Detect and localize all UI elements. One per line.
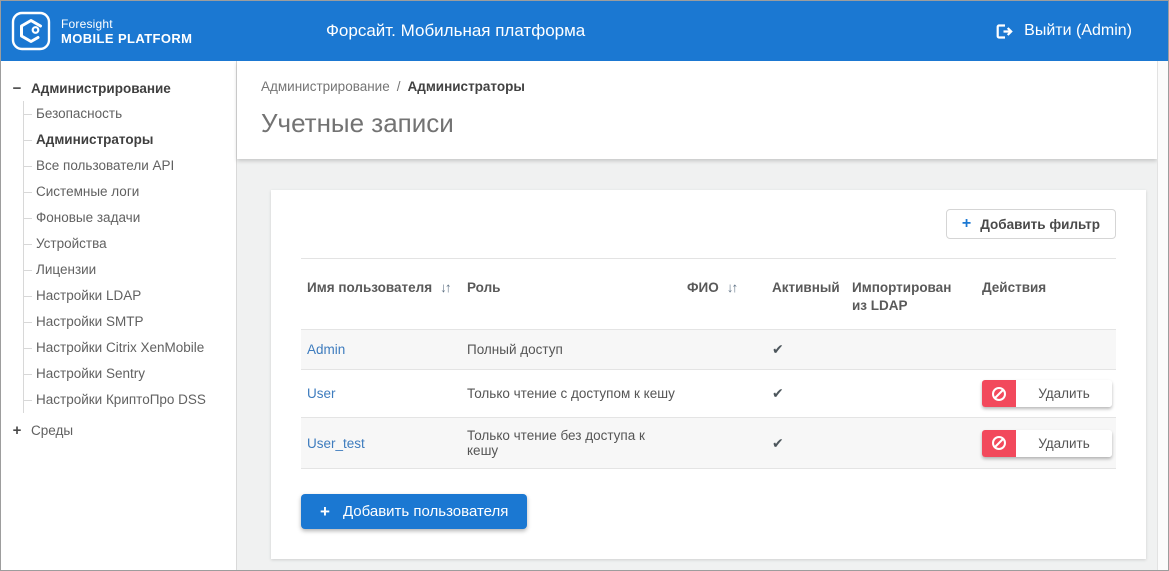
table-row-user-test: User_test Только чтение без доступа к ке… — [301, 417, 1116, 469]
sidebar-item-background-tasks[interactable]: Фоновые задачи — [24, 205, 236, 231]
fio-cell — [681, 370, 766, 418]
imported-cell — [846, 370, 976, 418]
table-header-row: Имя пользователя ↓↑ Роль ФИО ↓↑ Активный И… — [301, 259, 1116, 330]
column-header-fio[interactable]: ФИО ↓↑ — [681, 259, 766, 330]
accounts-card: + Добавить фильтр Имя пользователя ↓↑ Ро… — [271, 190, 1146, 560]
ban-icon — [992, 386, 1006, 401]
sidebar-item-security[interactable]: Безопасность — [24, 101, 236, 127]
column-label: Роль — [467, 280, 501, 295]
foresight-logo-icon — [11, 11, 51, 51]
logo-text: Foresight MOBILE PLATFORM — [61, 17, 192, 46]
breadcrumb-current: Администраторы — [407, 79, 525, 94]
plus-icon: + — [961, 215, 972, 232]
sidebar-section-administration[interactable]: − Администрирование — [11, 75, 236, 101]
username-cell: User_test — [301, 418, 461, 469]
active-cell: ✔ — [766, 418, 846, 469]
collapse-icon[interactable]: − — [11, 80, 23, 97]
delete-button[interactable]: Удалить — [982, 380, 1112, 408]
add-filter-label: Добавить фильтр — [980, 216, 1100, 232]
logo-line2: MOBILE PLATFORM — [61, 30, 193, 46]
content-area: + Добавить фильтр Имя пользователя ↓↑ Ро… — [237, 159, 1157, 570]
sidebar: − Администрирование Безопасность Админис… — [1, 61, 237, 570]
breadcrumb-parent[interactable]: Администрирование — [261, 79, 390, 94]
fio-cell — [681, 418, 766, 469]
ban-icon-wrap — [982, 380, 1016, 408]
check-icon: ✔ — [772, 434, 784, 451]
add-user-button[interactable]: + Добавить пользователя — [301, 494, 528, 530]
sidebar-item-smtp-settings[interactable]: Настройки SMTP — [24, 309, 236, 335]
active-cell: ✔ — [766, 330, 846, 370]
logo-line1: Foresight — [61, 16, 113, 31]
imported-cell — [846, 418, 976, 469]
sort-icon[interactable]: ↓↑ — [727, 280, 738, 295]
app-window: Foresight MOBILE PLATFORM Форсайт. Мобил… — [0, 0, 1169, 571]
user-link[interactable]: User_test — [307, 436, 365, 451]
app-header: Foresight MOBILE PLATFORM Форсайт. Мобил… — [1, 1, 1168, 61]
column-header-username[interactable]: Имя пользователя ↓↑ — [301, 259, 461, 330]
role-cell: Только чтение с доступом к кешу — [467, 386, 675, 402]
sidebar-item-api-users[interactable]: Все пользователи API — [24, 153, 236, 179]
users-table: Имя пользователя ↓↑ Роль ФИО ↓↑ Активный И… — [301, 259, 1116, 469]
page-title: Учетные записи — [261, 108, 454, 138]
page-head: Администрирование / Администраторы Учетн… — [237, 61, 1157, 159]
sidebar-section-environments[interactable]: + Среды — [11, 417, 236, 443]
column-label: Имя пользователя — [307, 280, 433, 295]
username-cell: User — [301, 370, 461, 418]
logout-label: Выйти (Admin) — [1024, 22, 1132, 39]
imported-cell — [846, 330, 976, 370]
fio-cell — [681, 330, 766, 370]
actions-cell: Удалить — [976, 418, 1116, 469]
expand-icon[interactable]: + — [11, 422, 23, 439]
column-header-actions: Действия — [976, 259, 1116, 330]
sidebar-item-devices[interactable]: Устройства — [24, 231, 236, 257]
sidebar-item-ldap-settings[interactable]: Настройки LDAP — [24, 283, 236, 309]
sidebar-item-administrators[interactable]: Администраторы — [24, 127, 236, 153]
app-title: Форсайт. Мобильная платформа — [326, 21, 586, 40]
sidebar-tree: Безопасность Администраторы Все пользова… — [23, 101, 236, 413]
sidebar-item-licenses[interactable]: Лицензии — [24, 257, 236, 283]
user-link[interactable]: Admin — [307, 342, 345, 357]
table-row-admin: Admin Полный доступ ✔ — [301, 329, 1116, 370]
sidebar-section-label: Администрирование — [31, 80, 171, 96]
actions-cell — [976, 330, 1116, 370]
add-user-label: Добавить пользователя — [342, 503, 509, 521]
breadcrumb: Администрирование / Администраторы — [261, 79, 1157, 94]
sidebar-item-cryptopro-settings[interactable]: Настройки КриптоПро DSS — [24, 387, 236, 413]
delete-label: Удалить — [1016, 429, 1112, 457]
breadcrumb-separator: / — [396, 79, 401, 94]
column-label: Активный — [772, 280, 840, 295]
logout-icon — [996, 23, 1013, 39]
sidebar-section-label: Среды — [31, 422, 74, 438]
plus-icon: + — [320, 502, 330, 522]
column-header-imported: Импортирован из LDAP — [846, 259, 976, 330]
role-cell: Только чтение без доступа к кешу — [467, 428, 645, 459]
vertical-scrollbar[interactable] — [1157, 61, 1168, 570]
column-label: Действия — [982, 280, 1047, 295]
actions-cell: Удалить — [976, 370, 1116, 418]
column-label: Импортирован из LDAP — [852, 280, 952, 314]
logout-button[interactable]: Выйти (Admin) — [993, 21, 1132, 42]
check-icon: ✔ — [772, 341, 784, 358]
logo[interactable]: Foresight MOBILE PLATFORM — [11, 11, 192, 51]
delete-button[interactable]: Удалить — [982, 429, 1112, 457]
add-filter-button[interactable]: + Добавить фильтр — [945, 209, 1116, 239]
sidebar-item-system-logs[interactable]: Системные логи — [24, 179, 236, 205]
role-cell: Полный доступ — [467, 342, 563, 358]
sidebar-item-sentry-settings[interactable]: Настройки Sentry — [24, 361, 236, 387]
main-area: Администрирование / Администраторы Учетн… — [237, 61, 1168, 570]
active-cell: ✔ — [766, 370, 846, 418]
column-label: ФИО — [687, 280, 719, 295]
table-row-user: User Только чтение с доступом к кешу ✔ У… — [301, 369, 1116, 418]
delete-label: Удалить — [1016, 380, 1112, 408]
ban-icon — [992, 436, 1006, 451]
sidebar-item-citrix-settings[interactable]: Настройки Citrix XenMobile — [24, 335, 236, 361]
user-link[interactable]: User — [307, 386, 336, 401]
ban-icon-wrap — [982, 429, 1016, 457]
column-header-role: Роль — [461, 259, 681, 330]
sort-icon[interactable]: ↓↑ — [440, 280, 451, 295]
username-cell: Admin — [301, 330, 461, 370]
column-header-active: Активный — [766, 259, 846, 330]
check-icon: ✔ — [772, 385, 784, 402]
